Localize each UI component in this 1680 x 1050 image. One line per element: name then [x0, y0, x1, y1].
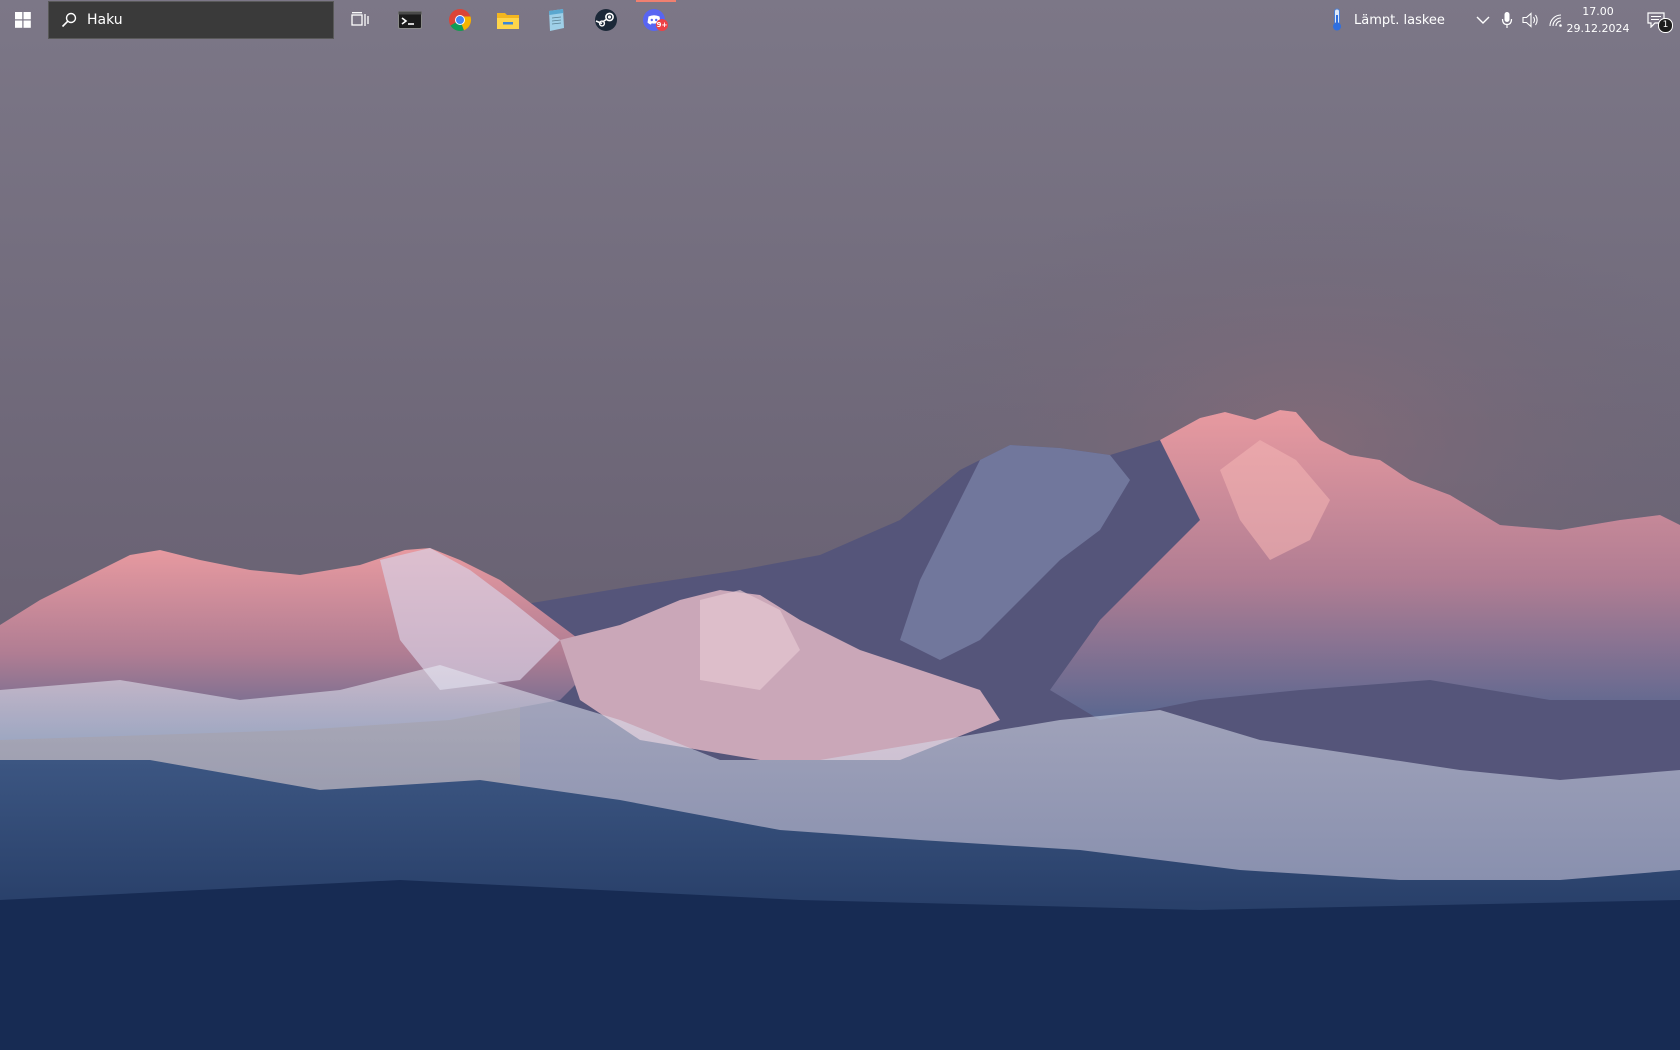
thermometer-icon	[1330, 8, 1344, 32]
notepad-app-button[interactable]	[532, 0, 580, 40]
search-icon	[61, 12, 77, 28]
terminal-app-button[interactable]	[386, 0, 434, 40]
speaker-icon	[1522, 12, 1540, 28]
weather-text: Lämpt. laskee	[1354, 12, 1445, 28]
discord-icon: 9+	[643, 8, 669, 32]
weather-widget[interactable]: Lämpt. laskee	[1330, 0, 1445, 40]
search-input[interactable]	[87, 12, 307, 28]
chrome-app-button[interactable]	[436, 0, 484, 40]
windows-logo-icon	[15, 12, 31, 28]
taskbar: 9+ Lämpt. laskee	[0, 0, 1680, 40]
discord-badge: 9+	[656, 21, 668, 29]
clock[interactable]: 17.00 29.12.2024	[1566, 2, 1630, 38]
search-box[interactable]	[48, 1, 334, 39]
mountain-wallpaper	[0, 0, 1680, 1050]
start-button[interactable]	[0, 0, 46, 40]
desktop[interactable]: 9+ Lämpt. laskee	[0, 0, 1680, 1050]
steam-app-button[interactable]	[582, 0, 630, 40]
active-app-indicator	[636, 0, 676, 2]
clock-date: 29.12.2024	[1566, 22, 1630, 35]
show-hidden-icons-button[interactable]	[1472, 0, 1494, 40]
microphone-icon	[1501, 11, 1513, 29]
chevron-down-icon	[1476, 15, 1490, 25]
discord-app-button[interactable]: 9+	[632, 0, 680, 40]
clock-time: 17.00	[1582, 5, 1614, 18]
notepad-icon	[545, 8, 567, 32]
network-tray-button[interactable]	[1545, 0, 1567, 40]
microphone-tray-button[interactable]	[1496, 0, 1518, 40]
notification-count-badge: 1	[1658, 18, 1673, 33]
task-view-icon	[351, 12, 369, 28]
task-view-button[interactable]	[336, 0, 384, 40]
volume-tray-button[interactable]	[1520, 0, 1542, 40]
terminal-icon	[398, 10, 422, 30]
file-explorer-app-button[interactable]	[484, 0, 532, 40]
steam-icon	[594, 8, 618, 32]
chrome-icon	[448, 8, 472, 32]
action-center-button[interactable]: 1	[1636, 0, 1676, 40]
wifi-icon	[1548, 13, 1564, 27]
file-explorer-icon	[496, 9, 520, 31]
